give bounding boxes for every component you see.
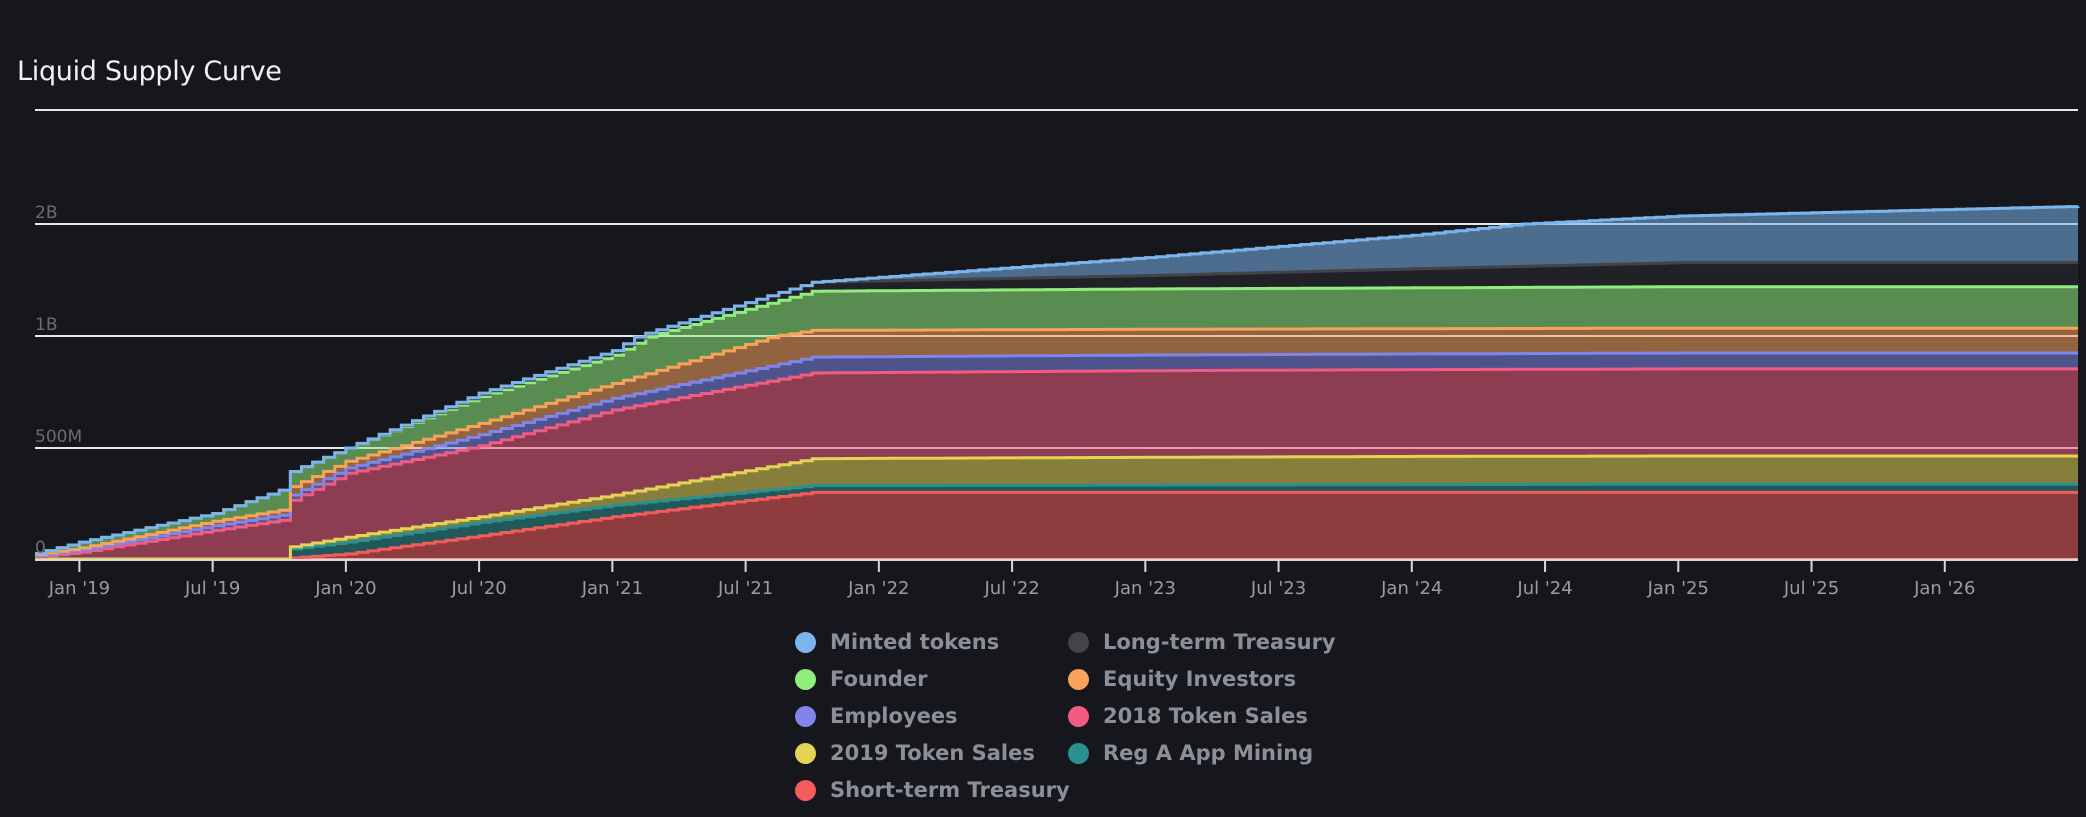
- x-tick-label: Jul '20: [450, 578, 506, 599]
- legend-label: Equity Investors: [1103, 667, 1297, 691]
- legend-item-employees[interactable]: Employees: [795, 702, 1068, 730]
- series-areas: [35, 205, 2080, 561]
- legend-label: Reg A App Mining: [1103, 741, 1314, 765]
- y-tick-label: 500M: [35, 427, 82, 447]
- legend-dot-icon: [795, 742, 816, 764]
- legend-item-equity-investors[interactable]: Equity Investors: [1068, 665, 1341, 693]
- legend-label: Short-term Treasury: [830, 778, 1070, 802]
- legend-item-founder[interactable]: Founder: [795, 665, 1068, 693]
- legend: Minted tokens Long-term Treasury Founder Eq…: [795, 628, 1341, 804]
- x-tick-label: Jan '21: [581, 578, 643, 599]
- legend-dot-icon: [795, 631, 816, 653]
- x-tick-label: Jul '24: [1516, 578, 1572, 599]
- y-tick-label: 1B: [35, 315, 57, 335]
- legend-item-minted-tokens[interactable]: Minted tokens: [795, 628, 1068, 656]
- legend-label: Minted tokens: [830, 630, 1000, 654]
- x-tick-label: Jul '23: [1250, 578, 1306, 599]
- x-tick-label: Jan '24: [1380, 578, 1442, 599]
- legend-label: 2019 Token Sales: [830, 741, 1035, 765]
- legend-label: Long-term Treasury: [1103, 630, 1336, 654]
- x-tick-label: Jan '26: [1913, 578, 1975, 599]
- legend-item-reg-a-app-mining[interactable]: Reg A App Mining: [1068, 739, 1341, 767]
- x-axis: Jan '19 Jul '19 Jan '20 Jul '20 Jan '21 Jul '…: [35, 559, 2078, 599]
- x-tick-label: Jul '19: [184, 578, 240, 599]
- legend-label: Founder: [830, 667, 928, 691]
- x-tick-label: Jan '19: [48, 578, 110, 599]
- y-tick-label: 0: [35, 538, 46, 558]
- legend-dot-icon: [795, 779, 816, 801]
- legend-label: 2018 Token Sales: [1103, 704, 1308, 728]
- legend-item-2018-token-sales[interactable]: 2018 Token Sales: [1068, 702, 1341, 730]
- legend-dot-icon: [1068, 631, 1089, 653]
- legend-item-short-term-treasury[interactable]: Short-term Treasury: [795, 776, 1070, 804]
- y-tick-label: 2B: [35, 203, 57, 223]
- x-tick-label: Jan '23: [1114, 578, 1176, 599]
- x-tick-label: Jan '22: [847, 578, 909, 599]
- legend-dot-icon: [795, 668, 816, 690]
- x-tick-label: Jul '25: [1783, 578, 1839, 599]
- legend-label: Employees: [830, 704, 958, 728]
- x-tick-label: Jul '22: [983, 578, 1039, 599]
- legend-dot-icon: [795, 705, 816, 727]
- legend-item-long-term-treasury[interactable]: Long-term Treasury: [1068, 628, 1341, 656]
- x-tick-label: Jul '21: [717, 578, 773, 599]
- legend-item-2019-token-sales[interactable]: 2019 Token Sales: [795, 739, 1068, 767]
- x-tick-label: Jan '25: [1647, 578, 1709, 599]
- x-tick-label: Jan '20: [314, 578, 376, 599]
- legend-dot-icon: [1068, 705, 1089, 727]
- y-axis: 0 500M 1B 2B: [35, 203, 82, 558]
- legend-dot-icon: [1068, 742, 1089, 764]
- legend-dot-icon: [1068, 668, 1089, 690]
